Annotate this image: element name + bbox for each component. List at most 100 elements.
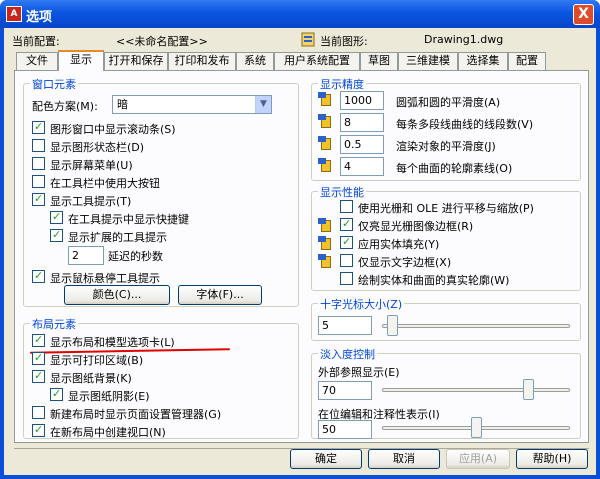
checkbox-layout-tabs-label: 显示布局和模型选项卡(L) bbox=[50, 336, 175, 349]
checkbox-solid-fill-label: 应用实体填充(Y) bbox=[358, 238, 440, 251]
color-scheme-select[interactable]: 暗 ▼ bbox=[112, 95, 272, 114]
arc-smoothness-input[interactable]: 1000 bbox=[340, 91, 384, 110]
checkbox-printable-area[interactable] bbox=[32, 351, 45, 365]
xref-fade-input[interactable]: 70 bbox=[318, 381, 372, 400]
window-elements-group: 窗口元素 配色方案(M): 暗 ▼ 图形窗口中显示滚动条(S) 显示图形状态栏(… bbox=[23, 76, 299, 307]
ok-button[interactable]: 确定 bbox=[290, 449, 362, 469]
checkbox-create-viewport[interactable] bbox=[32, 423, 45, 437]
app-icon: A bbox=[6, 6, 22, 22]
chevron-down-icon[interactable]: ▼ bbox=[255, 96, 271, 113]
crosshair-size-group: 十字光标大小(Z) 5 bbox=[311, 296, 581, 341]
checkbox-layout-tabs[interactable] bbox=[32, 333, 45, 347]
drawing-icon bbox=[300, 32, 316, 47]
checkbox-tooltips-label: 显示工具提示(T) bbox=[50, 195, 132, 208]
xref-fade-label: 外部参照显示(E) bbox=[318, 366, 400, 379]
checkbox-screen-menu[interactable] bbox=[32, 157, 45, 170]
checkbox-rollover-tooltips[interactable] bbox=[32, 269, 45, 283]
checkbox-printable-area-label: 显示可打印区域(B) bbox=[50, 354, 144, 367]
sysvar-drawing-icon bbox=[318, 92, 334, 108]
close-button[interactable]: X bbox=[573, 4, 594, 25]
checkbox-page-setup-manager[interactable] bbox=[32, 406, 45, 419]
checkbox-text-boundary-label: 仅显示文字边框(X) bbox=[358, 256, 452, 269]
crosshair-size-slider-track[interactable] bbox=[382, 324, 570, 328]
options-dialog: A 选项 X 当前配置: <<未命名配置>> 当前图形: Drawing1.dw… bbox=[0, 0, 600, 479]
checkbox-screen-menu-label: 显示屏幕菜单(U) bbox=[50, 159, 133, 172]
sysvar-drawing-icon bbox=[318, 136, 334, 152]
checkbox-paper-background[interactable] bbox=[32, 369, 45, 383]
checkbox-extended-tooltips-label: 显示扩展的工具提示 bbox=[68, 231, 167, 244]
tab-selection[interactable]: 选择集 bbox=[458, 52, 508, 70]
crosshair-size-title: 十字光标大小(Z) bbox=[318, 296, 405, 312]
current-drawing-value: Drawing1.dwg bbox=[424, 33, 504, 46]
crosshair-size-slider-thumb[interactable] bbox=[387, 315, 398, 336]
checkbox-raster-ole-pan[interactable] bbox=[340, 200, 353, 213]
inplace-fade-slider-thumb[interactable] bbox=[471, 417, 482, 438]
polyline-segments-input[interactable]: 8 bbox=[340, 113, 384, 132]
tab-3d-modeling[interactable]: 三维建模 bbox=[398, 52, 458, 70]
checkbox-status-bar-label: 显示图形状态栏(D) bbox=[50, 141, 145, 154]
xref-fade-slider-thumb[interactable] bbox=[523, 379, 534, 400]
checkbox-solid-fill[interactable] bbox=[340, 235, 353, 249]
checkbox-shortcut-keys[interactable] bbox=[50, 210, 63, 224]
checkbox-create-viewport-label: 在新布局中创建视口(N) bbox=[50, 426, 166, 439]
color-scheme-value: 暗 bbox=[117, 98, 128, 111]
contour-lines-input[interactable]: 4 bbox=[340, 157, 384, 176]
tab-files[interactable]: 文件 bbox=[16, 52, 58, 70]
checkbox-large-buttons-label: 在工具栏中使用大按钮 bbox=[50, 177, 160, 190]
checkbox-raster-frame[interactable] bbox=[340, 217, 353, 231]
tab-user-preferences[interactable]: 用户系统配置 bbox=[274, 52, 360, 70]
checkbox-raster-frame-label: 仅亮显光栅图像边框(R) bbox=[358, 220, 474, 233]
tab-profiles[interactable]: 配置 bbox=[508, 52, 546, 70]
display-performance-title: 显示性能 bbox=[318, 184, 366, 200]
layout-elements-group: 布局元素 显示布局和模型选项卡(L) 显示可打印区域(B) 显示图纸背景(K) … bbox=[23, 316, 299, 439]
checkbox-scrollbars-label: 图形窗口中显示滚动条(S) bbox=[50, 123, 176, 136]
checkbox-scrollbars[interactable] bbox=[32, 120, 45, 134]
fade-control-title: 淡入度控制 bbox=[318, 346, 377, 362]
checkbox-true-silhouettes[interactable] bbox=[340, 272, 353, 285]
tab-system[interactable]: 系统 bbox=[236, 52, 274, 70]
display-performance-group: 显示性能 使用光栅和 OLE 进行平移与缩放(P) 仅亮显光栅图像边框(R) 应… bbox=[311, 184, 581, 291]
arc-smoothness-label: 圆弧和圆的平滑度(A) bbox=[396, 96, 501, 109]
checkbox-large-buttons[interactable] bbox=[32, 175, 45, 188]
delay-seconds-label: 延迟的秒数 bbox=[108, 250, 163, 263]
delay-seconds-input[interactable]: 2 bbox=[68, 246, 104, 265]
fade-control-group: 淡入度控制 外部参照显示(E) 70 在位编辑和注释性表示(I) 50 bbox=[311, 346, 581, 439]
sysvar-drawing-icon bbox=[318, 254, 334, 270]
current-profile-value: <<未命名配置>> bbox=[116, 35, 208, 48]
title-bar[interactable]: A 选项 X bbox=[0, 0, 600, 28]
tab-display[interactable]: 显示 bbox=[58, 50, 104, 71]
checkbox-status-bar[interactable] bbox=[32, 139, 45, 152]
polyline-segments-label: 每条多段线曲线的线段数(V) bbox=[396, 118, 534, 131]
checkbox-extended-tooltips[interactable] bbox=[50, 228, 63, 242]
apply-button[interactable]: 应用(A) bbox=[446, 449, 510, 469]
checkbox-shortcut-keys-label: 在工具提示中显示快捷键 bbox=[68, 213, 189, 226]
render-smoothness-label: 渲染对象的平滑度(J) bbox=[396, 140, 496, 153]
inplace-fade-input[interactable]: 50 bbox=[318, 420, 372, 439]
checkbox-rollover-tooltips-label: 显示鼠标悬停工具提示 bbox=[50, 272, 160, 285]
tab-drafting[interactable]: 草图 bbox=[360, 52, 398, 70]
checkbox-paper-background-label: 显示图纸背景(K) bbox=[50, 372, 132, 385]
current-drawing-label: 当前图形: bbox=[320, 35, 368, 48]
cancel-button[interactable]: 取消 bbox=[368, 449, 440, 469]
checkbox-page-setup-manager-label: 新建布局时显示页面设置管理器(G) bbox=[50, 408, 222, 421]
layout-elements-title: 布局元素 bbox=[30, 316, 78, 332]
tab-plot-publish[interactable]: 打印和发布 bbox=[168, 52, 236, 70]
checkbox-tooltips[interactable] bbox=[32, 192, 45, 206]
display-resolution-title: 显示精度 bbox=[318, 76, 366, 92]
contour-lines-label: 每个曲面的轮廓素线(O) bbox=[396, 162, 513, 175]
dialog-client: 当前配置: <<未命名配置>> 当前图形: Drawing1.dwg 文件 显示… bbox=[4, 28, 596, 475]
tab-open-save[interactable]: 打开和保存 bbox=[104, 52, 168, 70]
help-button[interactable]: 帮助(H) bbox=[516, 449, 588, 469]
crosshair-size-input[interactable]: 5 bbox=[318, 316, 372, 335]
checkbox-text-boundary[interactable] bbox=[340, 254, 353, 267]
sysvar-drawing-icon bbox=[318, 218, 334, 234]
xref-fade-slider-track[interactable] bbox=[382, 388, 570, 392]
checkbox-paper-shadow-label: 显示图纸阴影(E) bbox=[68, 390, 150, 403]
fonts-button[interactable]: 字体(F)... bbox=[178, 285, 262, 305]
dialog-title: 选项 bbox=[26, 10, 53, 25]
checkbox-raster-ole-pan-label: 使用光栅和 OLE 进行平移与缩放(P) bbox=[358, 202, 534, 215]
window-elements-title: 窗口元素 bbox=[30, 76, 78, 92]
checkbox-paper-shadow[interactable] bbox=[50, 387, 63, 401]
render-smoothness-input[interactable]: 0.5 bbox=[340, 135, 384, 154]
colors-button[interactable]: 颜色(C)... bbox=[64, 285, 170, 305]
